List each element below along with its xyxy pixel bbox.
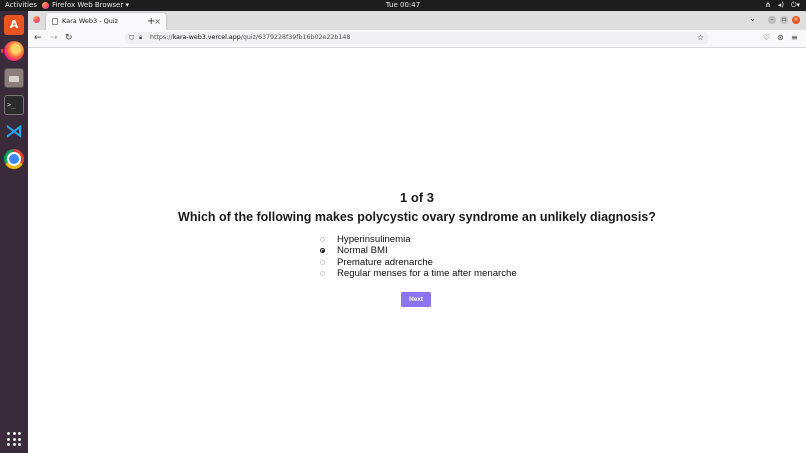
vscode-icon[interactable]: ⋊ [4,122,24,142]
url-prefix: https:// [150,34,173,41]
pocket-icon[interactable]: ♡ [763,32,770,44]
quiz-question: Which of the following makes polycystic … [178,210,656,224]
lock-icon[interactable]: 🔒︎ [139,32,142,44]
answer-option[interactable]: Regular menses for a time after menarche [320,268,517,279]
chrome-icon[interactable] [4,149,24,169]
answer-label[interactable]: Hyperinsulinemia [337,234,411,245]
page-favicon-icon [52,18,58,25]
system-tray[interactable]: ⋔ ◂) ⏻▾ [765,0,800,11]
ubuntu-software-icon[interactable]: A [4,15,24,35]
url-bar[interactable]: ⛉ 🔒︎ https://kara-web3.vercel.app/quiz/6… [125,32,708,44]
tracking-protection-icon[interactable]: ⛉ [129,32,134,44]
url-path: /quiz/6379228f39fb16b02e22b148 [240,34,351,41]
forward-icon[interactable]: → [50,32,58,44]
answer-radio[interactable] [320,248,325,254]
navigation-toolbar: ← → ↻ ⛉ 🔒︎ https://kara-web3.vercel.app/… [28,30,806,48]
files-icon[interactable] [4,68,24,88]
page-content: 1 of 3 Which of the following makes poly… [28,48,806,453]
answer-label[interactable]: Normal BMI [337,245,388,256]
network-icon: ⋔ [764,1,771,9]
dock: A >_ ⋊ [0,11,28,453]
maximize-button[interactable]: ▫ [780,16,788,24]
power-icon: ⏻▾ [790,1,800,9]
next-button[interactable]: Next [401,292,431,307]
url-text[interactable]: https://kara-web3.vercel.app/quiz/637922… [150,32,350,44]
show-applications-icon[interactable] [7,432,21,446]
answer-option[interactable]: Premature adrenarche [320,257,517,268]
firefox-view-icon[interactable] [33,16,40,23]
url-host: kara-web3.vercel.app [172,34,241,41]
answer-label[interactable]: Regular menses for a time after menarche [337,268,517,279]
reload-icon[interactable]: ↻ [65,32,73,44]
bookmark-star-icon[interactable]: ☆ [697,32,704,44]
answer-radio[interactable] [320,259,325,265]
answer-radio[interactable] [320,237,325,243]
system-top-bar: Activities Firefox Web Browser ▾ Tue 00:… [0,0,806,11]
answer-options: Hyperinsulinemia Normal BMI Premature ad… [320,234,517,279]
answer-label[interactable]: Premature adrenarche [337,257,433,268]
close-window-button[interactable]: × [792,16,800,24]
back-icon[interactable]: ← [34,32,42,44]
terminal-icon[interactable]: >_ [4,95,24,115]
minimize-button[interactable]: – [768,16,776,24]
extensions-icon[interactable]: ⊛ [777,32,784,44]
tab-title: Kara Web3 - Quiz [62,17,119,25]
volume-icon: ◂) [777,1,784,9]
quiz-progress: 1 of 3 [400,190,434,205]
list-tabs-icon[interactable]: ⌄ [749,14,756,23]
answer-radio[interactable] [320,271,325,277]
new-tab-button[interactable]: + [147,13,155,30]
tab-strip: Kara Web3 - Quiz × + ⌄ – ▫ × [28,11,806,30]
firefox-icon[interactable] [1,41,24,61]
answer-option[interactable]: Normal BMI [320,245,517,256]
clock[interactable]: Tue 00:47 [0,0,806,11]
answer-option[interactable]: Hyperinsulinemia [320,234,517,245]
menu-icon[interactable]: ≡ [791,32,798,44]
